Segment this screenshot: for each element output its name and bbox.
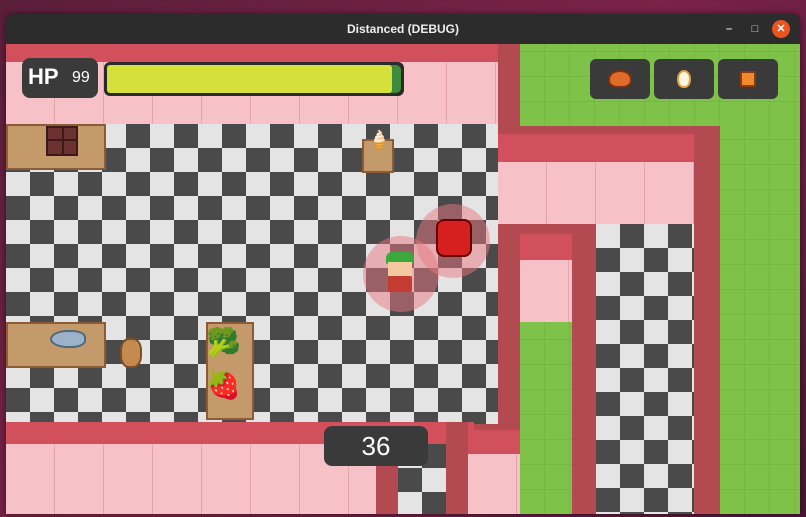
strawberry-icon[interactable]: 🍓 [206,368,241,401]
close-button[interactable]: ✕ [772,20,790,38]
maximize-button[interactable]: □ [746,20,764,38]
grass-area-right [720,126,800,514]
round-timer: 36 [324,426,428,466]
game-viewport[interactable]: 🍦 🥦 🍓 HP 99 36 [6,44,800,514]
hp-bar-fill [107,65,392,93]
grass-corridor [520,322,572,514]
side-floor [596,224,694,514]
right-room-trim [498,134,694,162]
pillar-trim [520,234,572,260]
hp-value: 99 [72,69,90,86]
hp-bar [104,62,404,96]
inventory-slot-3[interactable] [718,59,778,99]
bread-icon[interactable] [120,338,142,368]
player-character[interactable] [384,252,420,294]
fish-icon[interactable] [50,330,86,348]
bottom-wall-post-2 [446,422,468,514]
bottom-wall-right [468,444,520,514]
enemy-character[interactable] [436,219,472,257]
divider-wall [498,44,520,126]
chocolate-icon[interactable] [46,126,78,156]
ice-cream-icon[interactable]: 🍦 [368,130,390,151]
roast-chicken-icon [608,70,632,88]
inventory-slot-2[interactable] [654,59,714,99]
egg-icon [677,70,691,88]
game-window: Distanced (DEBUG) – □ ✕ 🍦 🥦 🍓 HP 99 36 [6,14,800,514]
title-bar: Distanced (DEBUG) – □ ✕ [6,14,800,44]
player-face [388,262,412,276]
bottom-wall [6,444,376,514]
bottom-wall-right-trim [468,430,520,454]
player-body [388,276,412,292]
hp-panel: HP 99 [22,58,98,98]
minimize-button[interactable]: – [720,20,738,38]
room-wall-edge [498,126,720,134]
right-wall-column [694,126,720,514]
cheese-icon [740,71,756,87]
hp-label: HP [28,64,59,89]
inventory-slot-1[interactable] [590,59,650,99]
broccoli-icon[interactable]: 🥦 [206,326,241,359]
window-title: Distanced (DEBUG) [346,22,459,36]
